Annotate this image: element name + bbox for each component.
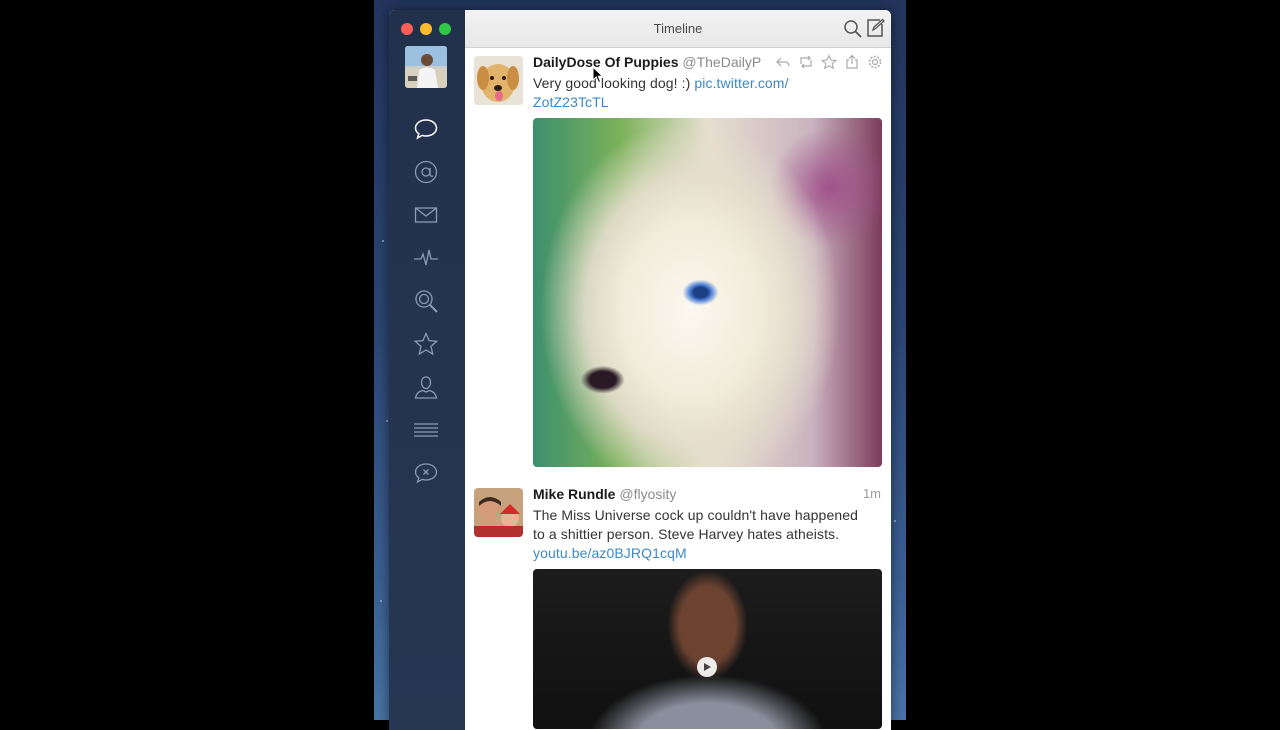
tweet-author-name[interactable]: DailyDose Of Puppies (533, 54, 678, 70)
profile-avatar[interactable] (405, 46, 447, 88)
play-icon (704, 663, 711, 671)
play-button[interactable] (697, 657, 717, 677)
close-window-button[interactable] (401, 23, 413, 35)
tweet-text: Very good looking dog! :) pic.twitter.co… (533, 74, 879, 112)
user-avatar-photo (474, 488, 523, 537)
sidebar (389, 10, 465, 730)
sidebar-item-search[interactable] (411, 286, 441, 316)
tweet-text-line: The Miss Universe cock up couldn't have … (533, 507, 858, 523)
sidebar-item-activity[interactable] (411, 243, 441, 273)
tweet-avatar[interactable] (474, 56, 523, 105)
magnifier-icon (415, 290, 438, 313)
tweet-link-part2[interactable]: ZotZ23TcTL (533, 94, 609, 110)
sidebar-item-favorites[interactable] (411, 329, 441, 359)
main-panel: Timeline DailyDose Of Puppies @TheDailyP… (465, 10, 891, 730)
app-window: Timeline DailyDose Of Puppies @TheDailyP… (389, 10, 891, 730)
settings-gear-icon[interactable] (867, 54, 883, 70)
tweet-author-handle[interactable]: @TheDailyP (682, 54, 761, 70)
sidebar-item-lists[interactable] (411, 415, 441, 445)
title-bar: Timeline (465, 10, 891, 48)
maximize-window-button[interactable] (439, 23, 451, 35)
share-icon[interactable] (844, 54, 860, 70)
mouse-cursor-icon (592, 66, 604, 84)
sidebar-item-timeline[interactable] (411, 114, 441, 144)
pulse-icon (414, 249, 438, 266)
user-icon (414, 376, 438, 399)
avatar-photo (405, 46, 447, 88)
tweet-media-image[interactable] (533, 118, 882, 467)
tweet-link-part1[interactable]: pic.twitter.com/ (694, 75, 788, 91)
tweet-text-line: to a shittier person. Steve Harvey hates… (533, 526, 840, 542)
tweet-text-content: Very good looking dog! :) (533, 75, 695, 91)
envelope-icon (414, 207, 438, 223)
window-title: Timeline (653, 21, 703, 36)
tweet-actions (767, 54, 883, 70)
muted-bubble-icon (414, 463, 438, 484)
tweet-author-name[interactable]: Mike Rundle (533, 486, 615, 502)
timeline-feed[interactable]: DailyDose Of Puppies @TheDailyP Very goo… (465, 48, 891, 730)
tweet-author-handle[interactable]: @flyosity (619, 486, 676, 502)
tweet-item[interactable]: DailyDose Of Puppies @TheDailyP Very goo… (465, 48, 891, 478)
puppy-avatar-photo (474, 56, 523, 105)
tweet-text: The Miss Universe cock up couldn't have … (533, 506, 879, 563)
favorite-star-icon[interactable] (820, 54, 838, 70)
sidebar-item-muted[interactable] (411, 458, 441, 488)
compose-icon[interactable] (865, 18, 885, 38)
tweet-link[interactable]: youtu.be/az0BJRQ1cqM (533, 545, 687, 561)
star-icon (413, 331, 439, 356)
tweet-item[interactable]: Mike Rundle @flyosity 1m The Miss Univer… (465, 480, 891, 730)
minimize-window-button[interactable] (420, 23, 432, 35)
list-icon (414, 423, 438, 437)
retweet-icon[interactable] (798, 54, 814, 70)
sidebar-item-profile[interactable] (411, 372, 441, 402)
tweet-timestamp: 1m (862, 486, 881, 501)
at-sign-icon (414, 160, 438, 184)
search-icon[interactable] (843, 19, 863, 39)
tweet-avatar[interactable] (474, 488, 523, 537)
speech-bubble-icon (414, 119, 438, 140)
reply-icon[interactable] (775, 54, 791, 70)
sidebar-item-messages[interactable] (411, 200, 441, 230)
tweet-header: Mike Rundle @flyosity 1m (533, 486, 881, 502)
sidebar-item-mentions[interactable] (411, 157, 441, 187)
tweet-media-video[interactable] (533, 569, 882, 729)
